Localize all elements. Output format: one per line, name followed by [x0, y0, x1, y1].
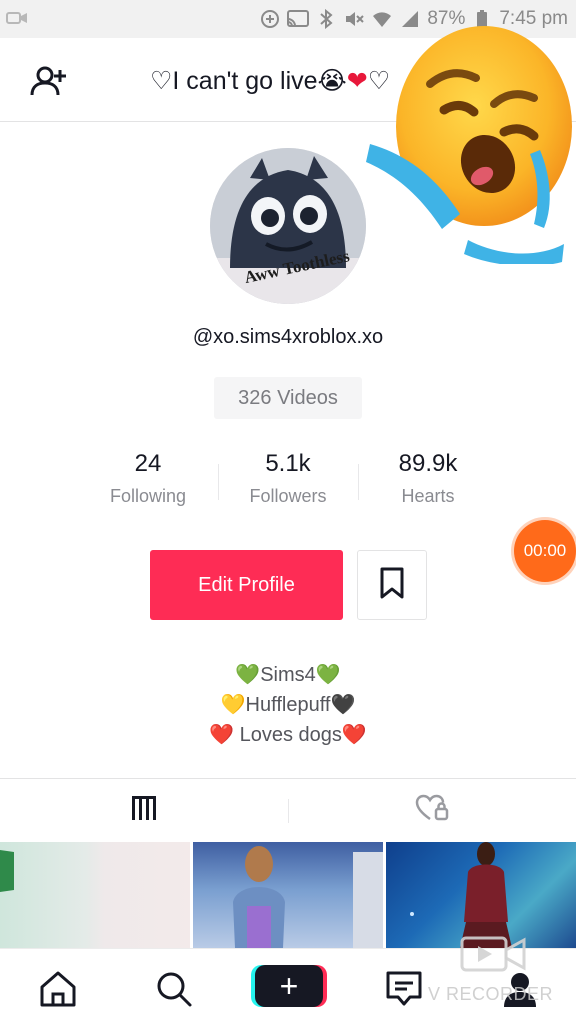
edit-profile-button[interactable]: Edit Profile: [150, 550, 343, 620]
grid-icon: [130, 794, 158, 827]
plus-icon: +: [279, 968, 299, 1004]
username: @xo.sims4xroblox.xo: [192, 326, 384, 348]
tab-liked[interactable]: [288, 779, 576, 842]
stat-hearts[interactable]: 89.9k Hearts: [358, 448, 498, 518]
recorder-timer[interactable]: 00:00: [514, 520, 576, 582]
crying-face-sticker-icon: [364, 14, 574, 267]
recorder-watermark: V RECORDER: [428, 984, 554, 1004]
bio-line: 💛Hufflepuff🖤: [220, 694, 356, 716]
video-camera-icon: [6, 10, 28, 31]
search-icon[interactable]: [152, 967, 196, 1011]
cast-icon: [287, 8, 310, 30]
stat-label: Followers: [249, 486, 327, 506]
stat-value: 89.9k: [398, 450, 458, 477]
data-saver-icon: [259, 8, 281, 30]
private-heart-icon: [415, 794, 449, 827]
bookmark-icon: [379, 567, 405, 604]
bluetooth-icon: [315, 8, 337, 30]
video-grid: [0, 842, 576, 948]
recorder-watermark-icon: [460, 934, 526, 974]
video-thumbnail[interactable]: [386, 842, 576, 948]
inbox-icon[interactable]: [382, 967, 426, 1011]
stat-followers[interactable]: 5.1k Followers: [218, 448, 358, 518]
profile-bio: 💚Sims4💚 💛Hufflepuff🖤 ❤️ Loves dogs❤️: [0, 660, 576, 750]
stat-label: Following: [109, 486, 187, 506]
video-thumbnail[interactable]: [193, 842, 383, 948]
videos-count-badge[interactable]: 326 Videos: [214, 377, 362, 419]
mute-icon: [343, 8, 365, 30]
favorites-button[interactable]: [357, 550, 427, 620]
profile-tabs: [0, 778, 576, 842]
create-button[interactable]: +: [255, 965, 323, 1007]
profile-stats: 24 Following 5.1k Followers 89.9k Hearts: [78, 448, 498, 518]
video-thumbnail[interactable]: [0, 842, 190, 948]
title-text: ♡I can't go live: [150, 67, 318, 95]
stat-following[interactable]: 24 Following: [78, 448, 218, 518]
page-title: ♡I can't go live😭❤♡: [150, 66, 390, 96]
bio-line: 💚Sims4💚: [235, 664, 341, 686]
title-emoji: 😭: [317, 67, 347, 95]
stat-value: 5.1k: [265, 450, 311, 477]
home-icon[interactable]: [36, 967, 80, 1011]
add-user-icon[interactable]: [28, 62, 68, 102]
stat-label: Hearts: [401, 486, 455, 506]
stat-value: 24: [134, 450, 162, 477]
tab-videos[interactable]: [0, 779, 288, 842]
bio-line: ❤️ Loves dogs❤️: [209, 724, 367, 746]
avatar[interactable]: Aww Toothless: [210, 148, 366, 304]
